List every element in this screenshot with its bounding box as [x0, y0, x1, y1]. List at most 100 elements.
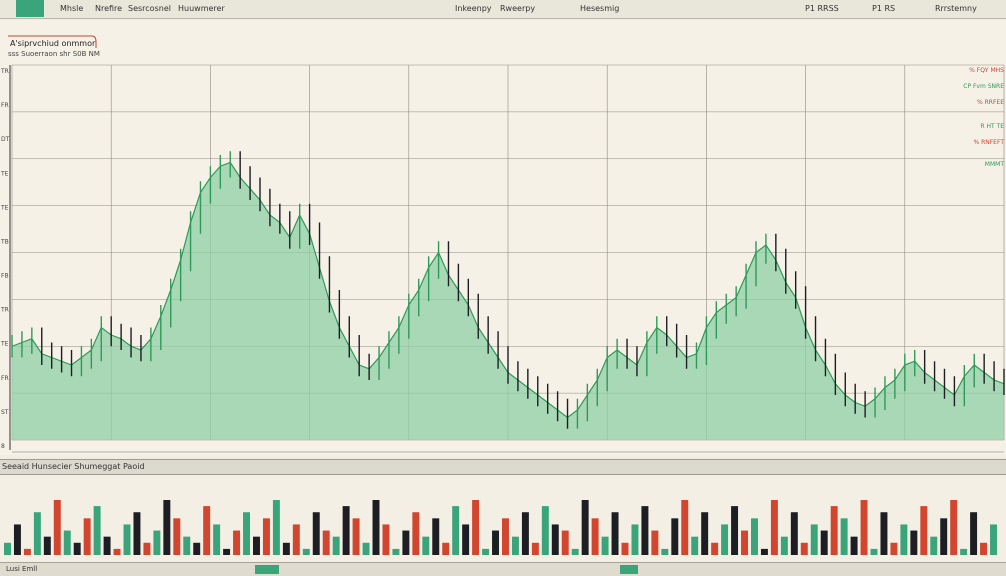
volume-bar-64 — [641, 506, 649, 555]
volume-bar-17 — [173, 518, 181, 555]
volume-bar-32 — [322, 530, 330, 555]
volume-bar-30 — [302, 548, 310, 555]
volume-bar-14 — [143, 542, 151, 555]
volume-bar-89 — [890, 542, 898, 555]
y-tick-label: FB — [1, 273, 9, 280]
volume-bar-93 — [930, 536, 938, 555]
volume-bar-97 — [970, 512, 978, 555]
volume-bar-81 — [810, 524, 818, 555]
volume-bar-58 — [581, 500, 589, 555]
volume-bar-62 — [621, 542, 629, 555]
volume-bar-26 — [262, 518, 270, 555]
volume-bar-71 — [711, 542, 719, 555]
volume-bar-57 — [571, 548, 579, 555]
volume-bar-37 — [372, 500, 380, 555]
volume-bar-20 — [203, 506, 211, 555]
menu-item-6[interactable]: Rweerpy — [500, 4, 535, 13]
lower-panel-title: Seeaid Hunsecier Shumeggat Paoid — [2, 462, 145, 471]
menu-item-4[interactable]: Huuwmerer — [178, 4, 225, 13]
volume-bar-49 — [492, 530, 499, 555]
volume-bar-8 — [83, 518, 91, 555]
y-tick-label: FR — [1, 375, 9, 382]
menu-item-8[interactable]: Rrrstemny — [935, 4, 977, 13]
y-tick-label: ST — [1, 409, 9, 416]
volume-bar-33 — [332, 536, 340, 555]
menu-item-3[interactable]: Sesrcosnel — [128, 4, 171, 13]
y-tick-label: 8 — [1, 443, 5, 450]
volume-bar-38 — [382, 524, 390, 555]
right-label-1: P1 RRSS — [805, 4, 839, 13]
volume-bar-43 — [432, 518, 440, 555]
volume-bar-75 — [751, 518, 758, 555]
volume-bar-55 — [551, 524, 559, 555]
annotation-label: % RRFEE — [977, 99, 1004, 106]
annotation-label: CP Fvm SNRE — [963, 83, 1004, 90]
volume-bar-3 — [33, 512, 41, 555]
volume-bar-99 — [990, 524, 997, 555]
annotation-label: % FQY MHS — [969, 67, 1004, 74]
volume-bar-51 — [511, 536, 519, 555]
volume-bar-5 — [53, 500, 61, 555]
volume-bar-66 — [661, 548, 669, 555]
volume-bar-59 — [591, 518, 599, 555]
volume-bar-7 — [73, 542, 81, 555]
volume-bar-36 — [362, 542, 370, 555]
volume-bar-21 — [213, 524, 221, 555]
y-tick-label: FR — [1, 102, 9, 109]
volume-bar-72 — [721, 524, 729, 555]
y-tick-label: TR — [0, 68, 9, 75]
volume-bar-11 — [113, 548, 121, 555]
active-tab-marker — [16, 0, 44, 17]
volume-bar-48 — [482, 548, 490, 555]
volume-bar-18 — [183, 536, 191, 555]
annotation-label: MMMT — [985, 161, 1005, 168]
volume-bar-27 — [272, 500, 280, 555]
volume-bar-78 — [780, 536, 788, 555]
volume-bar-54 — [541, 506, 549, 555]
volume-bar-4 — [43, 536, 51, 555]
volume-bar-39 — [392, 548, 400, 555]
price-chart[interactable]: A'siprvchiud onmmor sss Suoerraon shr S0… — [0, 20, 1006, 455]
volume-bar-80 — [800, 542, 808, 555]
volume-bar-23 — [233, 530, 241, 555]
top-toolbar: Mhsle Nrefire Sesrcosnel Huuwmerer Inkee… — [0, 0, 1006, 19]
volume-bar-24 — [243, 512, 250, 555]
volume-bar-92 — [920, 506, 928, 555]
volume-bar-16 — [163, 500, 171, 555]
status-label: Lusi Emll — [6, 565, 38, 573]
volume-bar-12 — [123, 524, 131, 555]
volume-bar-94 — [940, 518, 948, 555]
volume-bar-87 — [870, 548, 878, 555]
volume-bar-84 — [840, 518, 848, 555]
volume-bar-0 — [4, 542, 11, 555]
volume-bar-90 — [900, 524, 908, 555]
volume-bar-85 — [850, 536, 858, 555]
volume-bar-34 — [342, 506, 350, 555]
volume-bar-47 — [472, 500, 480, 555]
volume-bar-53 — [531, 542, 539, 555]
volume-bar-19 — [193, 542, 201, 555]
volume-bar-83 — [830, 506, 838, 555]
volume-bar-76 — [760, 548, 768, 555]
volume-bar-10 — [103, 536, 111, 555]
menu-item-5[interactable]: Inkeenpy — [455, 4, 492, 13]
volume-bar-56 — [561, 530, 569, 555]
volume-bar-2 — [23, 548, 31, 555]
volume-chart[interactable] — [0, 475, 1006, 561]
menu-item-7[interactable]: Hesesmig — [580, 4, 619, 13]
chart-title: A'siprvchiud onmmor — [10, 39, 96, 48]
volume-bar-29 — [292, 524, 300, 555]
volume-bar-42 — [422, 536, 430, 555]
menu-item-1[interactable]: Mhsle — [60, 4, 83, 13]
volume-bar-91 — [910, 530, 918, 555]
annotation-label: % RNFEFT — [973, 139, 1004, 146]
volume-bar-22 — [223, 548, 231, 555]
volume-bar-6 — [63, 530, 71, 555]
volume-bar-68 — [681, 500, 689, 555]
volume-bar-28 — [282, 542, 290, 555]
volume-bar-9 — [93, 506, 101, 555]
status-bar: Lusi Emll — [0, 562, 1006, 576]
y-tick-label: TE — [0, 204, 9, 211]
volume-bar-67 — [671, 518, 679, 555]
menu-item-2[interactable]: Nrefire — [95, 4, 122, 13]
